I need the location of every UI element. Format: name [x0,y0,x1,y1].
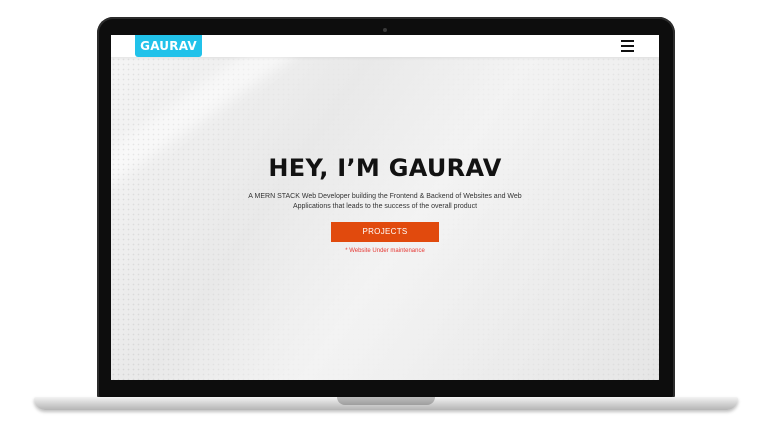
hero-subtitle: A MERN STACK Web Developer building the … [248,193,522,210]
camera-icon [383,28,387,32]
hero-title: HEY, I’M GAURAV [268,154,502,182]
hamburger-menu-icon[interactable] [621,39,634,53]
site-logo[interactable]: GAURAV [135,35,202,57]
laptop-notch [337,397,435,405]
projects-button[interactable]: PROJECTS [331,222,439,242]
maintenance-note: * Website Under maintenance [345,248,425,254]
hero-section: HEY, I’M GAURAV A MERN STACK Web Develop… [111,153,659,254]
laptop-mockup: GAURAV HEY, I’M GAURAV A MERN STACK Web … [0,0,768,432]
laptop-screen: GAURAV HEY, I’M GAURAV A MERN STACK Web … [111,35,659,380]
navbar: GAURAV [111,35,659,57]
